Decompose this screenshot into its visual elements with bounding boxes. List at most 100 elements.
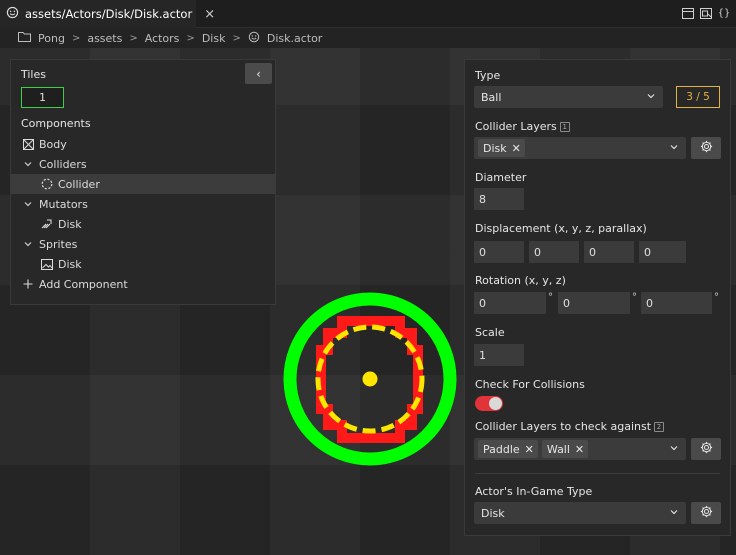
ingame-type-value: Disk (481, 506, 505, 520)
breadcrumb-separator: > (232, 32, 241, 44)
tiles-label: Tiles (21, 68, 46, 81)
toggle-knob (489, 397, 502, 410)
file-tab[interactable]: assets/Actors/Disk/Disk.actor × (0, 0, 215, 28)
ingame-type-label: Actor's In-Game Type (475, 485, 593, 498)
diameter-input[interactable]: 8 (474, 188, 524, 210)
body-grid-icon (22, 138, 34, 150)
rotation-x-input[interactable]: 0 (474, 292, 546, 314)
layer-chip-label: Wall (546, 442, 570, 456)
panel-layout-icon[interactable] (682, 7, 694, 19)
scale-label: Scale (475, 326, 505, 339)
remove-chip-icon[interactable]: ✕ (512, 142, 521, 155)
tab-bar: assets/Actors/Disk/Disk.actor × {} (0, 0, 736, 28)
diameter-label: Diameter (475, 171, 527, 184)
tree-item-label: Disk (58, 257, 82, 271)
degree-symbol: ° (632, 292, 637, 303)
tree-item-mutator-disk[interactable]: Disk (11, 214, 275, 234)
breadcrumb-item[interactable]: Disk (202, 32, 226, 45)
displacement-label: Displacement (x, y, z, parallax) (475, 222, 647, 235)
mutator-icon (41, 218, 53, 230)
plus-icon (22, 278, 34, 290)
chevron-down-icon[interactable] (22, 238, 34, 250)
properties-panel: Type Ball 3 / 5 Collider Layers 1 Disk ✕ … (464, 59, 731, 536)
rotation-y-input[interactable]: 0 (558, 292, 630, 314)
tree-item-label: Disk (58, 217, 82, 231)
tree-item-label: Add Component (39, 277, 128, 291)
tree-item-label: Collider (58, 177, 100, 191)
breadcrumb-current[interactable]: Disk.actor (267, 32, 322, 45)
type-select[interactable]: Ball (474, 86, 663, 108)
gear-icon (700, 505, 713, 521)
type-counter-badge: 3 / 5 (676, 86, 720, 108)
check-layers-label: Collider Layers to check against 2 (475, 420, 665, 433)
check-collisions-toggle[interactable] (475, 396, 503, 411)
check-layers-multiselect[interactable]: Paddle ✕ Wall ✕ (474, 438, 686, 460)
rotation-z-input[interactable]: 0 (641, 292, 712, 314)
chevron-down-icon (669, 142, 679, 155)
chevron-down-icon[interactable] (22, 198, 34, 210)
breadcrumb: Pong > assets > Actors > Disk > Disk.act… (0, 28, 736, 48)
layer-chip: Wall ✕ (541, 440, 589, 458)
tree-item-label: Colliders (39, 157, 87, 171)
tree-item-label: Body (39, 137, 67, 151)
close-icon[interactable]: × (204, 7, 215, 22)
info-icon[interactable]: 1 (559, 122, 570, 132)
components-label: Components (21, 117, 91, 130)
remove-chip-icon[interactable]: ✕ (575, 443, 584, 456)
info-icon[interactable]: 2 (654, 422, 665, 432)
breadcrumb-item[interactable]: Pong (38, 32, 65, 45)
chevron-down-icon (646, 91, 656, 104)
degree-symbol: ° (548, 292, 553, 303)
smiley-icon (6, 6, 19, 22)
tree-item-body[interactable]: Body (11, 134, 275, 154)
dashed-circle-icon (41, 178, 53, 190)
rotation-label: Rotation (x, y, z) (475, 274, 566, 287)
scale-input[interactable]: 1 (474, 344, 524, 366)
collapse-panel-button[interactable]: ‹ (245, 63, 272, 84)
tiles-input[interactable]: 1 (21, 87, 64, 108)
tree-item-mutators[interactable]: Mutators (11, 194, 275, 214)
components-panel: ‹ Tiles 1 Components Body Colliders Coll… (10, 59, 276, 305)
remove-chip-icon[interactable]: ✕ (525, 443, 534, 456)
layer-chip-label: Paddle (483, 442, 520, 456)
layer-chip: Paddle ✕ (478, 440, 538, 458)
ingame-type-select[interactable]: Disk (474, 502, 686, 524)
tree-item-sprites[interactable]: Sprites (11, 234, 275, 254)
preview-icon[interactable] (700, 7, 712, 19)
type-select-value: Ball (481, 90, 502, 104)
breadcrumb-separator: > (186, 32, 195, 44)
smiley-icon (248, 31, 260, 46)
folder-icon (18, 31, 31, 45)
section-divider (475, 473, 720, 474)
chevron-down-icon[interactable] (22, 158, 34, 170)
check-collisions-label: Check For Collisions (475, 378, 585, 391)
add-component-button[interactable]: Add Component (11, 274, 275, 294)
type-label: Type (475, 69, 501, 82)
check-layers-label-text: Collider Layers to check against (475, 420, 652, 433)
displacement-z-input[interactable]: 0 (584, 241, 634, 263)
gear-icon (700, 441, 713, 457)
chevron-down-icon (669, 507, 679, 520)
tree-item-label: Mutators (39, 197, 88, 211)
code-braces-icon[interactable]: {} (718, 7, 731, 19)
image-icon (41, 258, 53, 270)
degree-symbol: ° (714, 292, 719, 303)
displacement-x-input[interactable]: 0 (474, 241, 524, 263)
collider-layers-settings-button[interactable] (691, 137, 721, 159)
breadcrumb-item[interactable]: Actors (145, 32, 180, 45)
tree-item-colliders[interactable]: Colliders (11, 154, 275, 174)
gear-icon (700, 140, 713, 156)
tree-item-collider[interactable]: Collider (11, 174, 275, 194)
collider-layers-multiselect[interactable]: Disk ✕ (474, 137, 686, 159)
chevron-down-icon (669, 443, 679, 456)
displacement-y-input[interactable]: 0 (529, 241, 579, 263)
tree-item-label: Sprites (39, 237, 78, 251)
check-layers-settings-button[interactable] (691, 438, 721, 460)
layer-chip: Disk ✕ (478, 139, 525, 157)
collider-layers-label: Collider Layers 1 (475, 120, 570, 133)
tree-item-sprite-disk[interactable]: Disk (11, 254, 275, 274)
breadcrumb-item[interactable]: assets (87, 32, 122, 45)
breadcrumb-separator: > (129, 32, 138, 44)
ingame-type-settings-button[interactable] (691, 502, 721, 524)
displacement-parallax-input[interactable]: 0 (639, 241, 686, 263)
